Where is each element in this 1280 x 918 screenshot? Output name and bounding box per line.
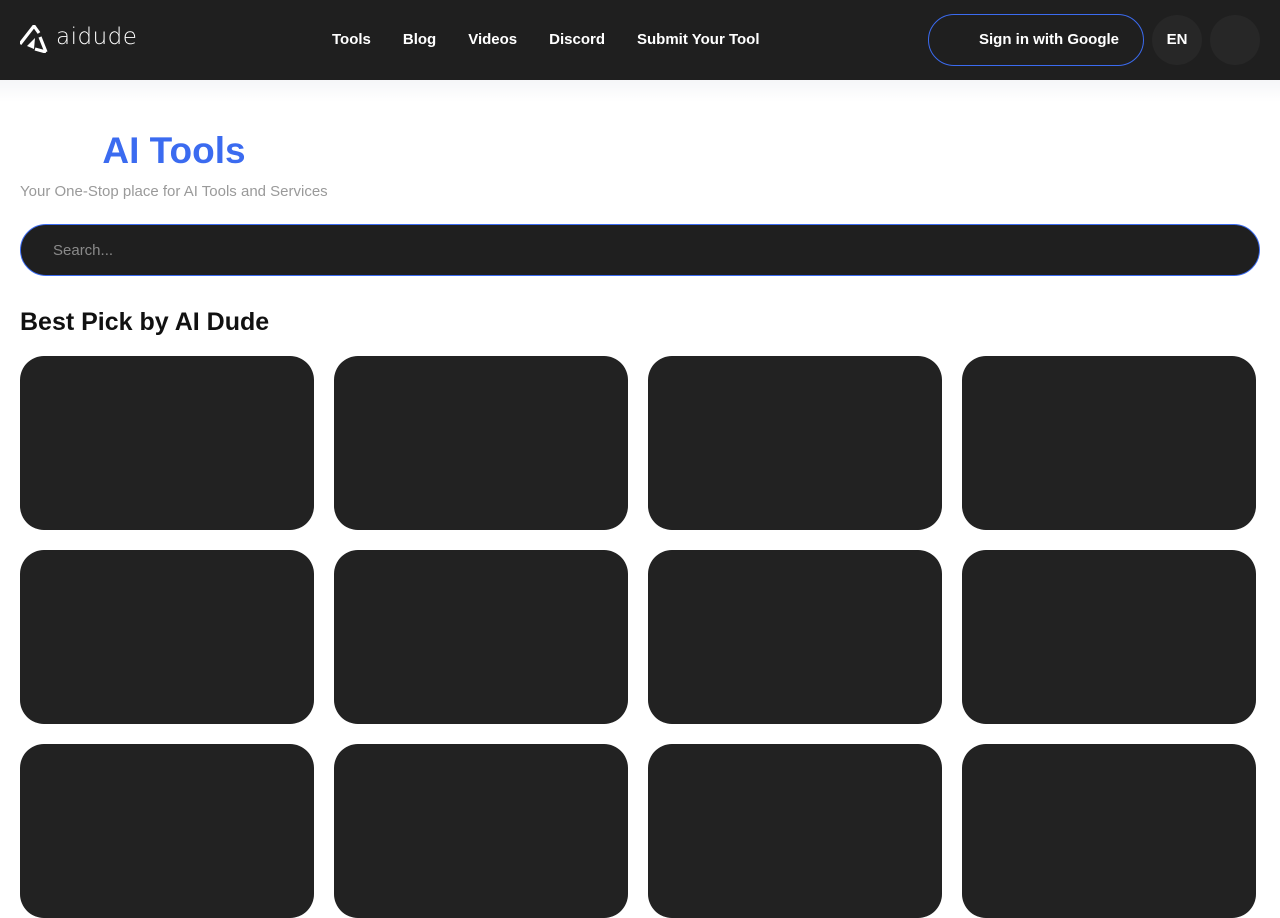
page-subtitle: Your One-Stop place for AI Tools and Ser… <box>20 183 328 200</box>
logo-text: aidude <box>56 24 138 50</box>
tool-card[interactable] <box>20 356 314 530</box>
language-selector[interactable]: EN <box>1152 15 1202 65</box>
nav-link-blog[interactable]: Blog <box>403 30 436 50</box>
tool-card[interactable] <box>962 744 1256 918</box>
avatar[interactable] <box>1210 15 1260 65</box>
tool-card[interactable] <box>962 550 1256 724</box>
tool-card[interactable] <box>334 356 628 530</box>
tool-card[interactable] <box>648 744 942 918</box>
search-input[interactable] <box>20 224 1260 276</box>
tool-card[interactable] <box>334 744 628 918</box>
page-title: AI Tools <box>102 130 246 171</box>
header-shadow <box>0 80 1280 102</box>
tool-card[interactable] <box>648 550 942 724</box>
top-navigation-bar: aidude Tools Blog Videos Discord Submit … <box>0 0 1280 80</box>
tool-card[interactable] <box>962 356 1256 530</box>
nav-link-videos[interactable]: Videos <box>468 30 517 50</box>
tool-card[interactable] <box>648 356 942 530</box>
nav-link-tools[interactable]: Tools <box>332 30 371 50</box>
tool-card-grid <box>20 356 1256 918</box>
aidude-logo-icon <box>20 25 48 53</box>
nav-link-discord[interactable]: Discord <box>549 30 605 50</box>
tool-card[interactable] <box>20 550 314 724</box>
tool-card[interactable] <box>20 744 314 918</box>
section-title: Best Pick by AI Dude <box>20 308 270 336</box>
tool-card[interactable] <box>334 550 628 724</box>
main-nav: Tools Blog Videos Discord Submit Your To… <box>332 30 760 50</box>
sign-in-google-button[interactable]: Sign in with Google <box>928 14 1144 66</box>
nav-link-submit-tool[interactable]: Submit Your Tool <box>637 30 760 50</box>
site-logo[interactable]: aidude <box>20 24 137 54</box>
